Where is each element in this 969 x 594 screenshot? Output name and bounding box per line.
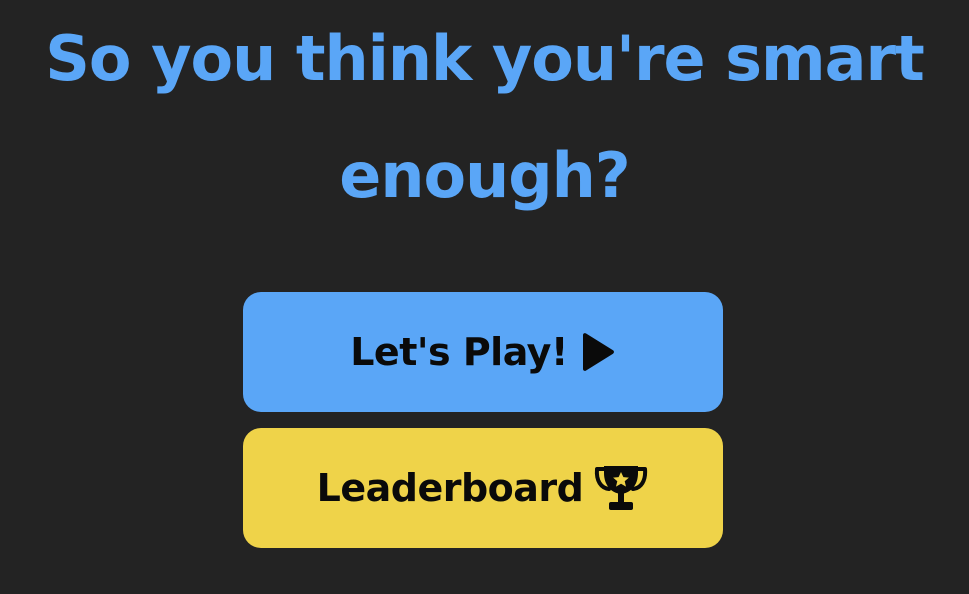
start-screen: So you think you're smart enough? Let's … — [0, 0, 969, 594]
play-icon — [578, 332, 616, 372]
title-line-1: So you think you're smart — [45, 22, 924, 95]
leaderboard-button[interactable]: Leaderboard — [243, 428, 723, 548]
title-line-2: enough? — [339, 139, 630, 212]
lets-play-label: Let's Play! — [350, 330, 568, 374]
trophy-icon — [593, 463, 649, 513]
lets-play-button[interactable]: Let's Play! — [243, 292, 723, 412]
page-title: So you think you're smart enough? — [0, 0, 969, 234]
leaderboard-label: Leaderboard — [316, 466, 584, 510]
